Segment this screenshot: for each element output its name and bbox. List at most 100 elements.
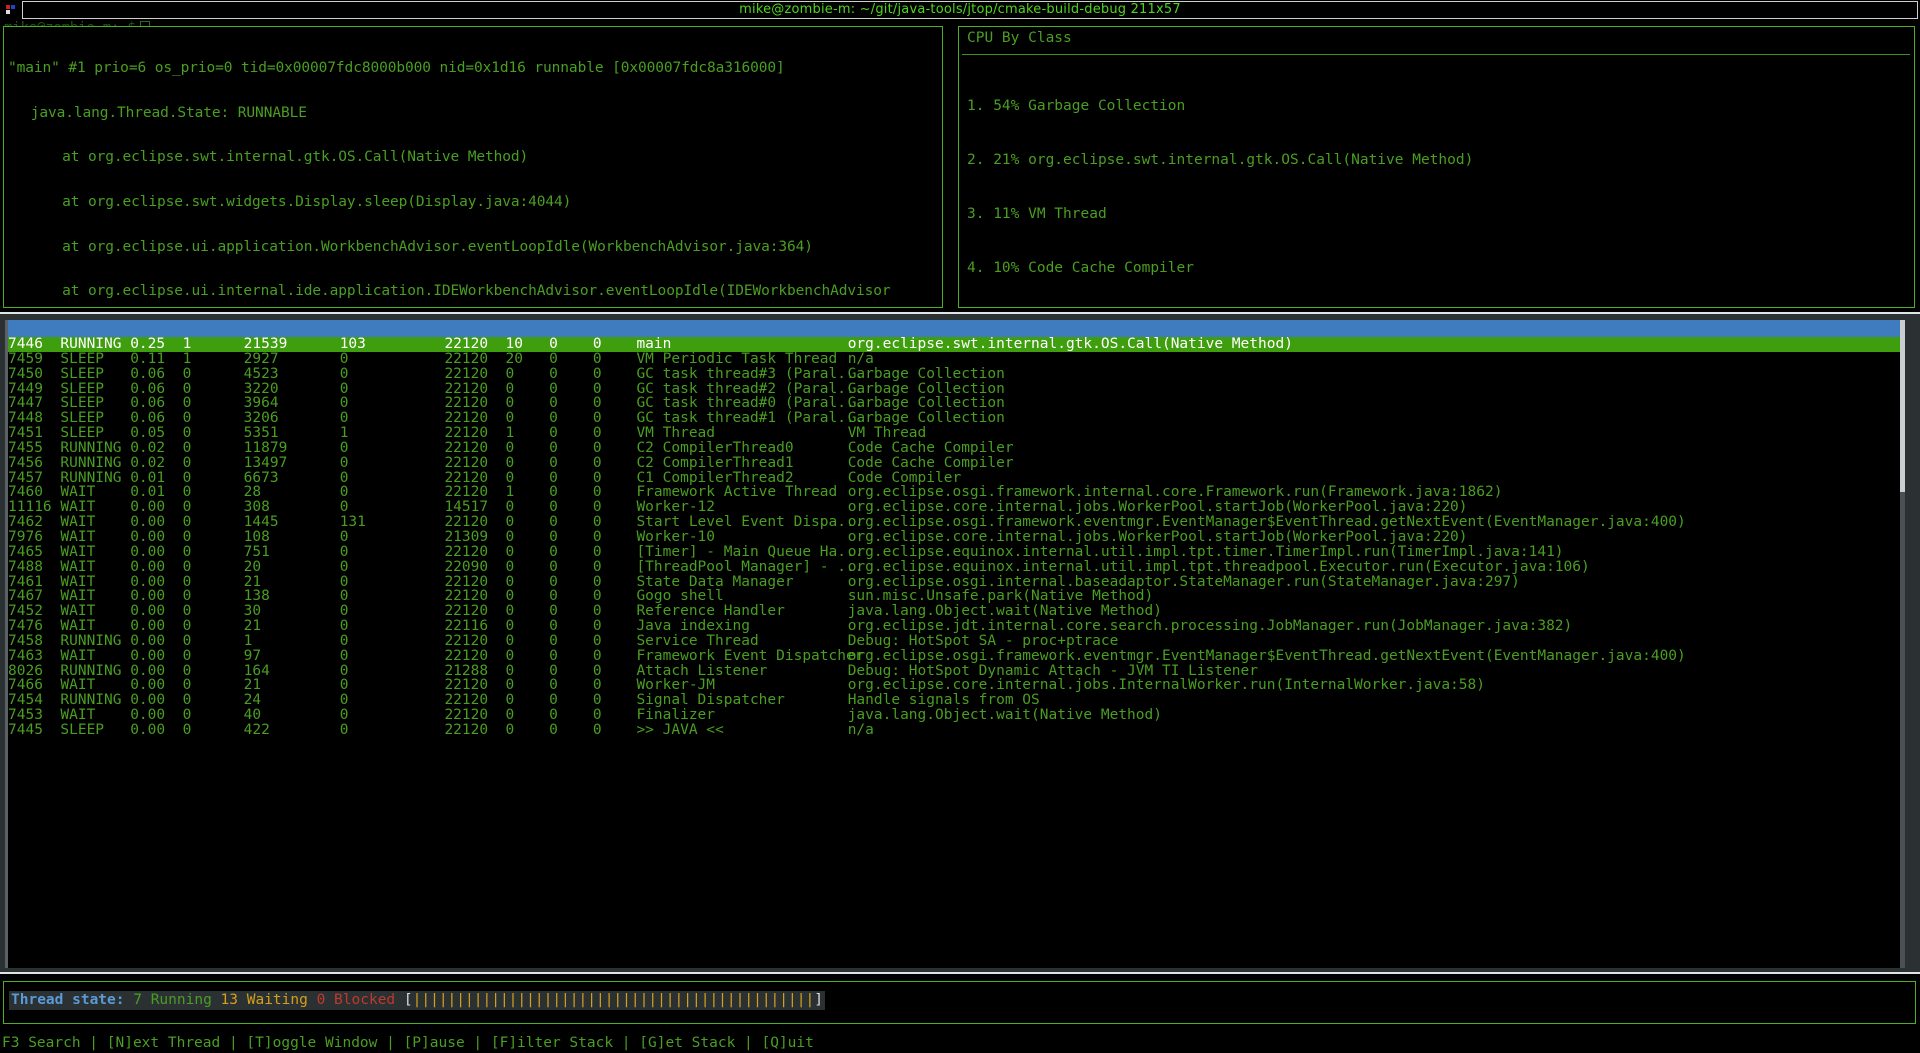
cell-cnvs: 0 (549, 618, 558, 635)
cell-pcpu: 0.00 (130, 499, 166, 516)
cell-blk: 0 (592, 469, 602, 486)
cell-state: WAIT (60, 484, 96, 501)
cell-majfault: 0 (339, 692, 349, 709)
table-row[interactable]: 7455 RUNNING 0.02 0 11879 0 22120 0 0 0 C2 Compile… (8, 441, 1905, 456)
cell-state: RUNNING (60, 336, 122, 352)
cell-pcpu: 0.06 (130, 380, 166, 397)
table-row[interactable]: 7450 SLEEP 0.06 0 4523 0 22120 0 0 0 GC task threa… (8, 365, 1905, 382)
cell-majfault: 0 (339, 395, 349, 412)
table-row[interactable]: 7459 SLEEP 0.11 1 2927 0 22120 20 0 0 VM Periodic … (8, 350, 1905, 367)
cell-pid: 7454 (8, 692, 43, 709)
cell-ccpu: 0 (182, 573, 192, 590)
cell-secs: 14517 (444, 499, 489, 516)
cell-pcpu: 0.00 (130, 692, 166, 709)
table-row[interactable]: 7454 RUNNING 0.00 0 24 0 22120 0 0 0 Signal Dispat… (8, 693, 1905, 708)
table-row[interactable]: 7453 WAIT 0.00 0 40 0 22120 0 0 0 Finalizer java.la… (8, 708, 1905, 723)
cell-blk: 0 (592, 528, 602, 545)
cell-pcpu: 0.02 (130, 439, 166, 456)
cell-minfault: 1445 (243, 514, 279, 531)
cell-pid: 8026 (8, 662, 43, 679)
running-count: 7 Running (133, 992, 212, 1008)
cell-majfault: 0 (339, 484, 349, 501)
cell-state: SLEEP (60, 425, 105, 442)
cell-majfault: 0 (339, 454, 349, 471)
cell-minfault: 28 (243, 484, 262, 501)
cell-command: Code Cache Compiler (847, 439, 1014, 456)
cell-secs: 22120 (444, 350, 489, 367)
cell-pid: 7450 (8, 365, 43, 382)
cell-pid: 11116 (8, 499, 52, 516)
table-vertical-scrollbar[interactable] (1900, 320, 1905, 968)
table-row[interactable]: 7467 WAIT 0.00 0 138 0 22120 0 0 0 Gogo shell sun.m… (8, 589, 1905, 604)
table-row[interactable]: 7445 SLEEP 0.00 0 422 0 22120 0 0 0 >> JAVA << n/a (8, 723, 1905, 738)
cell-name: VM Periodic Task Thread (636, 350, 838, 367)
cell-secs: 22120 (444, 707, 489, 724)
cell-cvs: 0 (505, 439, 515, 456)
cell-minfault: 3220 (243, 380, 279, 397)
cell-pcpu: 0.11 (130, 350, 166, 367)
cell-secs: 22120 (444, 632, 489, 649)
cell-pid: 7461 (8, 573, 43, 590)
table-row[interactable]: 7449 SLEEP 0.06 0 3220 0 22120 0 0 0 GC task threa… (8, 380, 1905, 397)
cell-ccpu: 0 (182, 618, 192, 635)
table-row[interactable]: 7457 RUNNING 0.01 0 6673 0 22120 0 0 0 C1 Compiler… (8, 469, 1905, 486)
cell-name: Framework Event Dispatcher (636, 647, 864, 664)
table-row[interactable]: 7452 WAIT 0.00 0 30 0 22120 0 0 0 Reference Handle… (8, 604, 1905, 619)
cell-state: WAIT (60, 528, 96, 545)
cell-cvs: 0 (505, 692, 515, 709)
cell-state: RUNNING (60, 692, 122, 709)
cell-name: GC task thread#0 (Paral... (636, 395, 864, 412)
cell-command: Garbage Collection (847, 380, 1005, 397)
cell-minfault: 20 (243, 558, 262, 575)
table-row[interactable]: 7458 RUNNING 0.00 0 1 0 22120 0 0 0 Service Thread… (8, 634, 1905, 649)
cell-blk: 0 (592, 425, 602, 442)
table-row[interactable]: 7447 SLEEP 0.06 0 3964 0 22120 0 0 0 GC task threa… (8, 396, 1905, 411)
cell-ccpu: 1 (182, 350, 192, 367)
cpu-pane-title: CPU By Class (967, 30, 1072, 46)
thread-row-list[interactable]: 7446 RUNNING 0.25 1 21539 103 22120 10 0 0 main org… (8, 337, 1905, 738)
table-row[interactable]: 7466 WAIT 0.00 0 21 0 22120 0 0 0 Worker-JM org.ecl… (8, 678, 1905, 693)
keyboard-shortcut-bar[interactable]: F3 Search | [N]ext Thread | [T]oggle Win… (2, 1035, 814, 1051)
table-row[interactable]: 7465 WAIT 0.00 0 751 0 22120 0 0 0 [Timer] - Main … (8, 544, 1905, 560)
table-row[interactable]: 7463 WAIT 0.00 0 97 0 22120 0 0 0 Framework Event … (8, 647, 1905, 664)
cell-pcpu: 0.00 (130, 573, 166, 590)
table-row[interactable]: 7476 WAIT 0.00 0 21 0 22116 0 0 0 Java indexing org… (8, 619, 1905, 634)
table-row[interactable]: 8026 RUNNING 0.00 0 164 0 21288 0 0 0 Attach Liste… (8, 662, 1905, 679)
stack-trace-pane[interactable]: "main" #1 prio=6 os_prio=0 tid=0x00007fd… (3, 26, 943, 308)
cell-cvs: 0 (505, 721, 515, 738)
cell-majfault: 0 (339, 647, 349, 664)
cell-state: SLEEP (60, 380, 105, 397)
cell-pid: 7462 (8, 514, 43, 531)
cell-name: C2 CompilerThread1 (636, 454, 794, 471)
cell-majfault: 0 (339, 573, 349, 590)
cell-name: Service Thread (636, 632, 759, 649)
table-row-selected[interactable]: 7446 RUNNING 0.25 1 21539 103 22120 10 0 0 main org… (8, 337, 1905, 352)
cpu-by-class-pane[interactable]: CPU By Class 1. 54% Garbage Collection 2… (958, 26, 1915, 308)
table-row[interactable]: 7456 RUNNING 0.02 0 13497 0 22120 0 0 0 C2 Compile… (8, 454, 1905, 471)
cell-ccpu: 0 (182, 692, 192, 709)
cell-pid: 7458 (8, 632, 43, 649)
table-row[interactable]: 7461 WAIT 0.00 0 21 0 22120 0 0 0 State Data Manag… (8, 573, 1905, 590)
table-row[interactable]: 7976 WAIT 0.00 0 108 0 21309 0 0 0 Worker-10 org.ec… (8, 530, 1905, 545)
scrollbar-thumb[interactable] (1900, 320, 1905, 492)
table-row[interactable]: 7488 WAIT 0.00 0 20 0 22090 0 0 0 [ThreadPool Mana… (8, 558, 1905, 575)
cell-cnvs: 0 (549, 499, 558, 516)
table-row[interactable]: 7451 SLEEP 0.05 0 5351 1 22120 1 0 0 VM Thread VM T… (8, 426, 1905, 441)
table-header-row[interactable]: PIDSTATEPCPUCCPUMinFaultMajFaultSECScVSc… (8, 320, 1905, 353)
cell-name: >> JAVA << (636, 721, 724, 738)
cell-majfault: 0 (339, 707, 349, 724)
table-row[interactable]: 7448 SLEEP 0.06 0 3206 0 22120 0 0 0 GC task threa… (8, 411, 1905, 426)
table-row[interactable]: 7460 WAIT 0.01 0 28 0 22120 1 0 0 Framework Active… (8, 485, 1905, 500)
cell-ccpu: 0 (182, 528, 192, 545)
cell-blk: 0 (592, 350, 602, 367)
thread-table[interactable]: PIDSTATEPCPUCCPUMinFaultMajFaultSECScVSc… (5, 320, 1905, 968)
table-row[interactable]: 7462 WAIT 0.00 0 1445 131 22120 0 0 0 Start Level … (8, 515, 1905, 530)
status-panel: Thread state: 7 Running 13 Waiting 0 Blo… (3, 981, 1916, 1024)
cell-state: SLEEP (60, 410, 105, 427)
cell-minfault: 1 (243, 632, 253, 649)
cpu-class-item: 4. 10% Code Cache Compiler (967, 259, 1194, 276)
cell-state: SLEEP (60, 350, 105, 367)
cell-pid: 7447 (8, 395, 43, 412)
cell-ccpu: 0 (182, 558, 192, 575)
table-row[interactable]: 11116 WAIT 0.00 0 308 0 14517 0 0 0 Worker-12 org.e… (8, 500, 1905, 515)
